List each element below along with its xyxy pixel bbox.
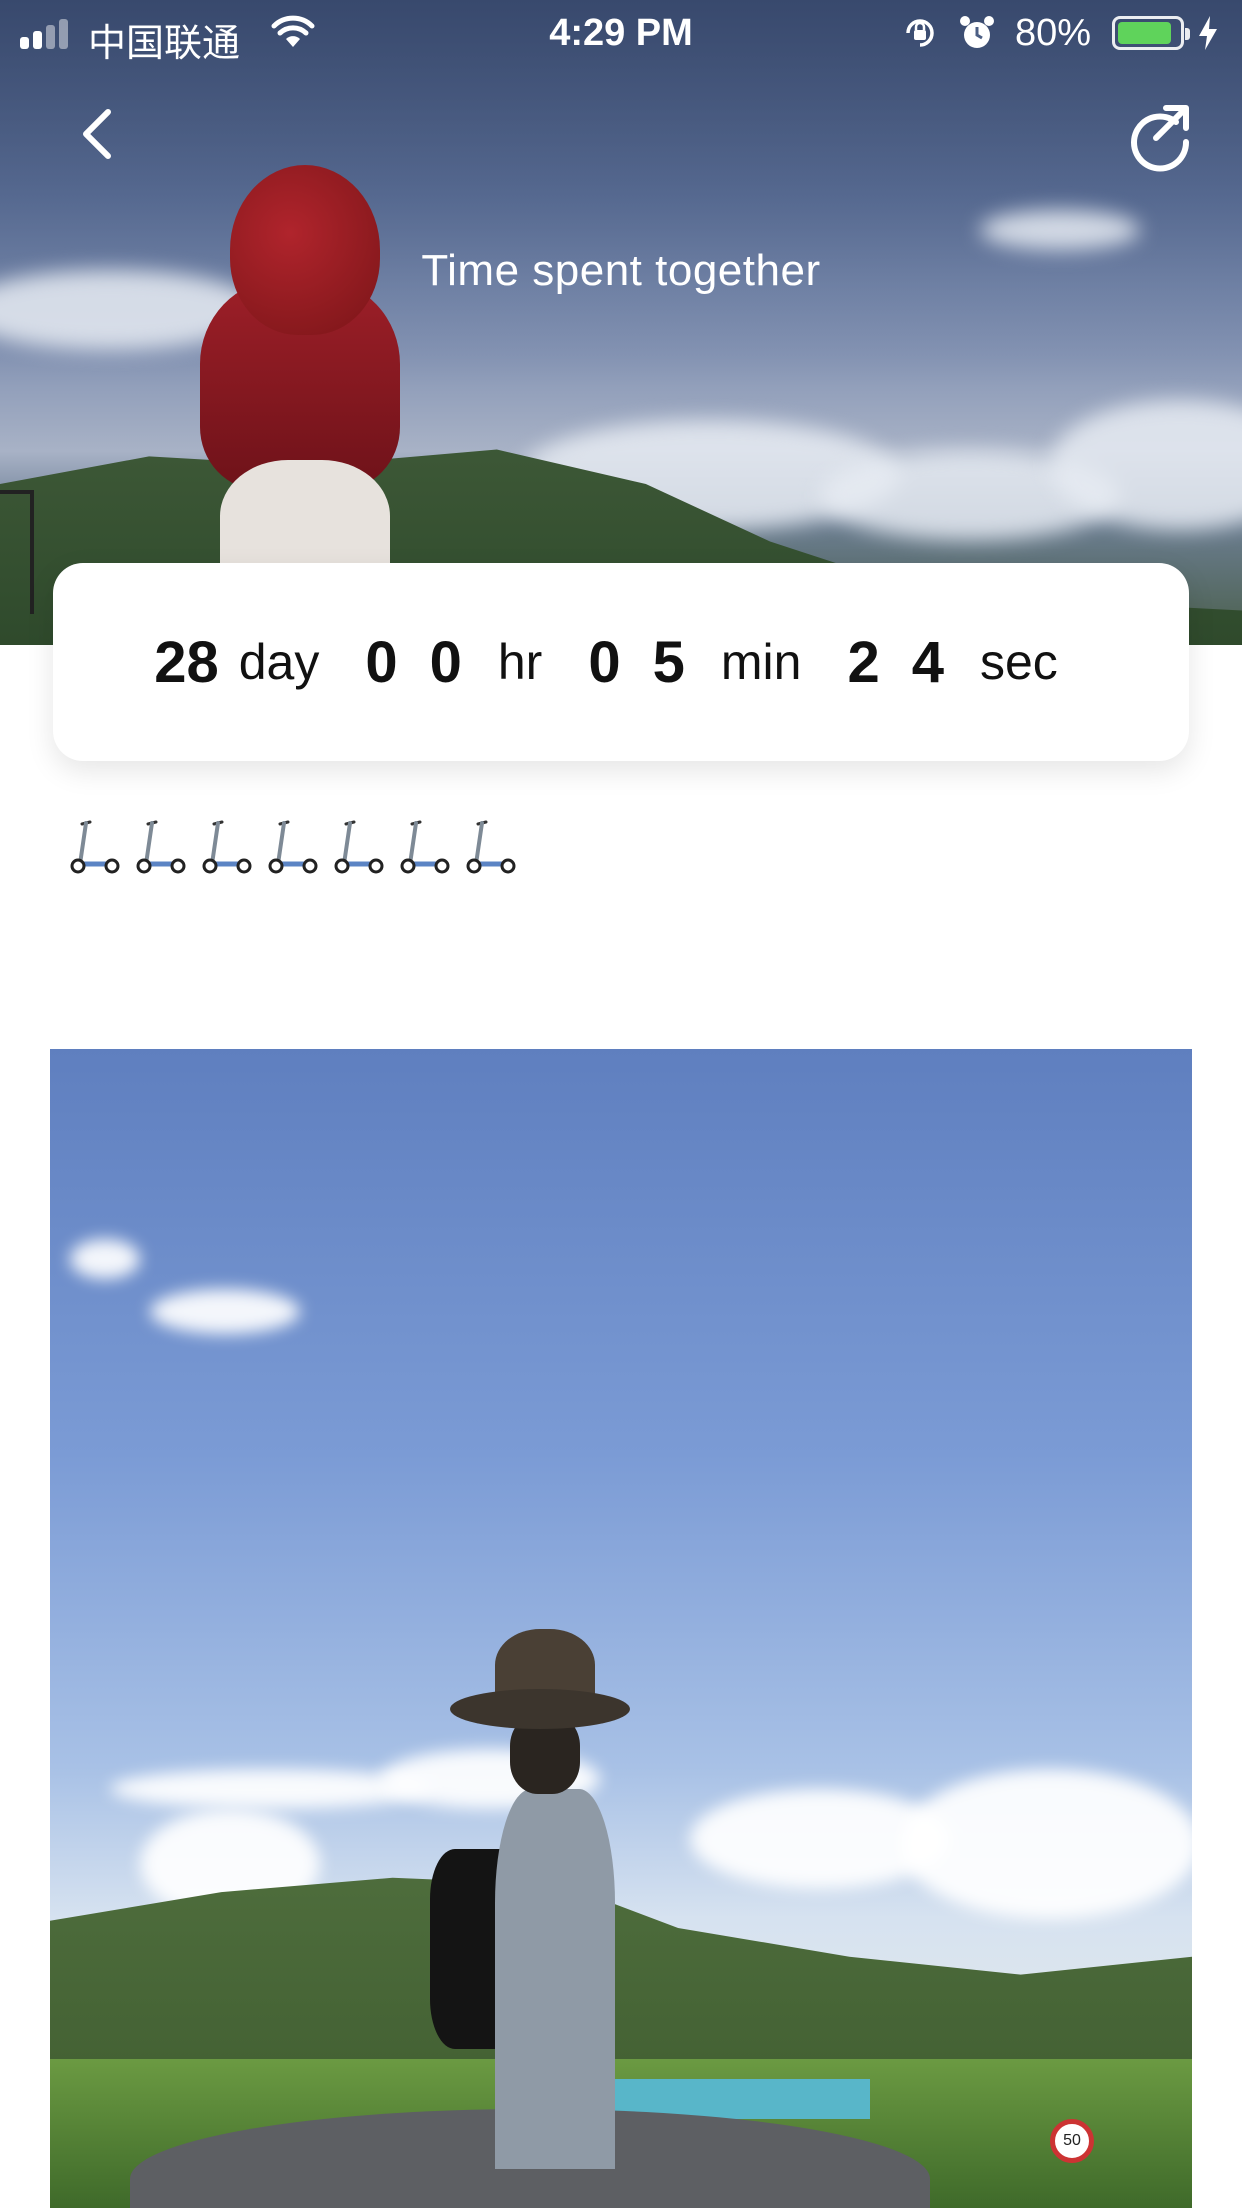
elapsed-time-card: 28 day 0 0 hr 0 5 min 2 4 sec <box>53 563 1189 761</box>
person-silhouette <box>430 1629 710 2208</box>
days-value: 28 <box>154 629 219 695</box>
kick-scooter-icon <box>70 820 120 874</box>
battery-icon <box>1112 16 1190 50</box>
kick-scooter-icon <box>202 820 252 874</box>
minutes-digit: 0 <box>588 629 621 695</box>
kick-scooter-icon <box>466 820 516 874</box>
person-silhouette <box>190 160 440 600</box>
share-button[interactable] <box>1120 96 1200 176</box>
kick-scooter-icon <box>136 820 186 874</box>
main-photo[interactable]: 50 <box>50 1049 1192 2208</box>
header-photo <box>0 0 1242 645</box>
minutes-label: min <box>720 634 802 690</box>
chevron-left-icon <box>83 109 111 159</box>
minutes-digit: 5 <box>652 629 685 695</box>
scooter-row <box>68 818 516 876</box>
seconds-label: sec <box>979 634 1058 690</box>
hours-digit: 0 <box>429 629 462 695</box>
speed-limit-sign: 50 <box>1050 2119 1094 2163</box>
days-label: day <box>238 634 320 690</box>
hours-label: hr <box>497 634 543 690</box>
back-button[interactable] <box>70 100 130 170</box>
seconds-digit: 4 <box>911 629 944 695</box>
share-icon <box>1131 105 1190 172</box>
kick-scooter-icon <box>268 820 318 874</box>
seconds-digit: 2 <box>847 629 880 695</box>
kick-scooter-icon <box>400 820 450 874</box>
page-title: Time spent together <box>421 246 821 295</box>
alarm-icon <box>960 16 994 48</box>
kick-scooter-icon <box>334 820 384 874</box>
battery-percent: 80% <box>1015 12 1092 54</box>
status-bar: 中国联通 4:29 PM 80% <box>0 0 1242 66</box>
charging-bolt-icon <box>1199 16 1217 50</box>
hours-digit: 0 <box>365 629 398 695</box>
rotation-lock-icon <box>906 19 934 47</box>
